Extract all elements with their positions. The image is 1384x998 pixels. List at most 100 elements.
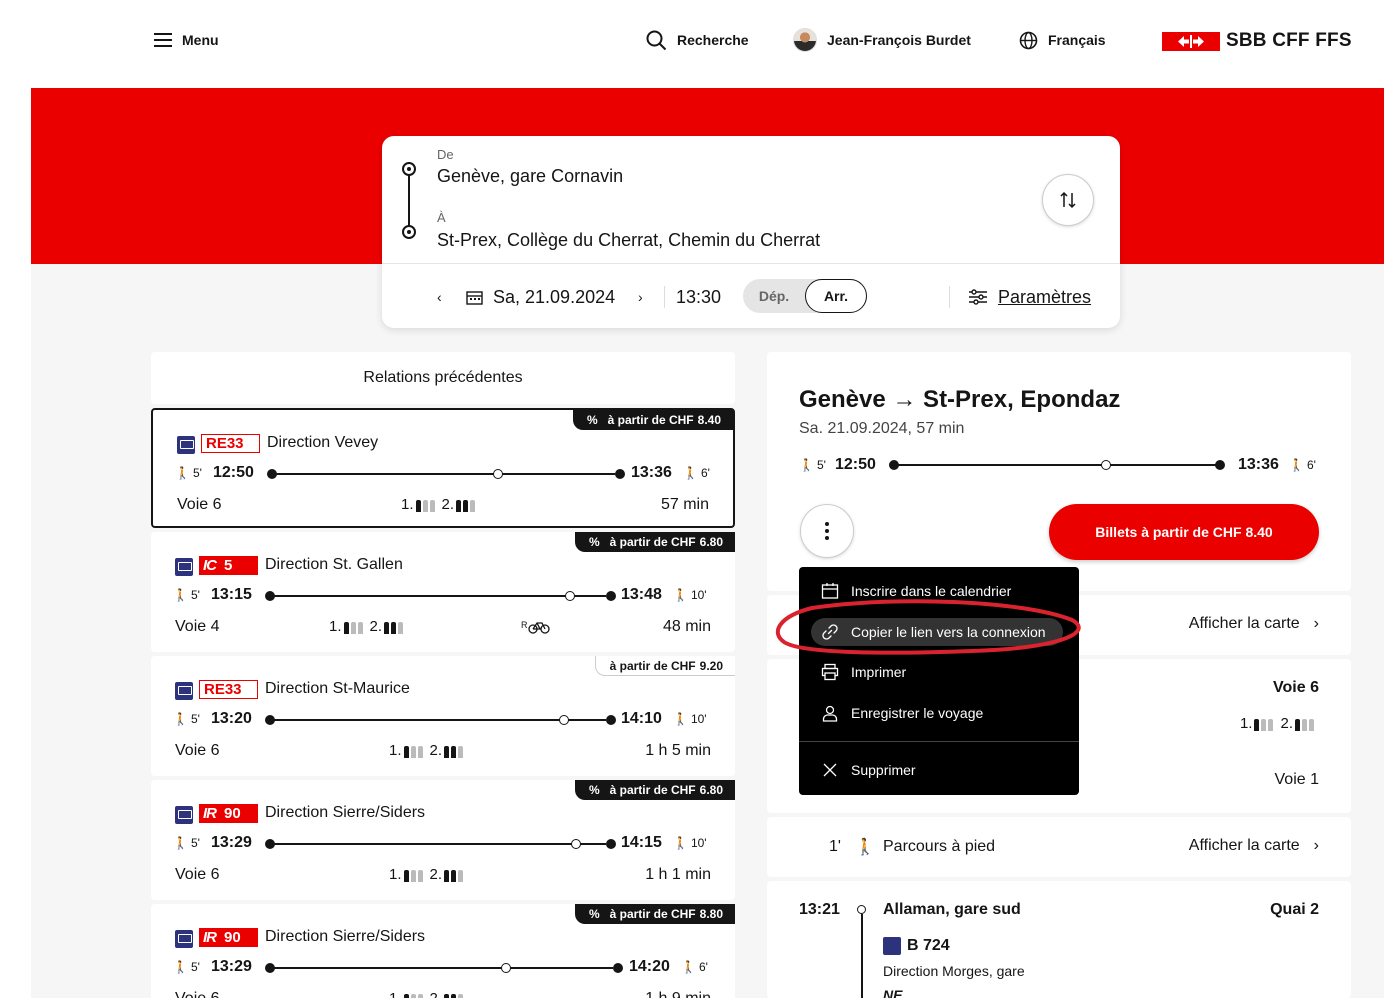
copy-link-item[interactable]: Copier le lien vers la connexion [821,620,1046,644]
walk-after: 🚶 10' [673,836,707,850]
language-label: Français [1048,32,1106,48]
connection-card[interactable]: % à partir de CHF 6.80 IR 90 Direction Si… [151,780,735,900]
menu-button[interactable]: Menu [154,28,219,52]
price-badge: % à partir de CHF 6.80 [574,780,735,800]
price-badge: % à partir de CHF 8.40 [572,410,733,430]
walk-before: 🚶 5' [175,466,202,480]
price-prefix: à partir de CHF [609,535,696,549]
parameters-label: Paramètres [998,286,1092,307]
search-button[interactable]: Recherche [646,28,749,52]
departure-time: 13:29 [211,958,252,975]
user-account-button[interactable]: Jean-François Burdet [793,28,971,52]
leg-line [861,914,863,998]
add-to-calendar-label: Inscrire dans le calendrier [851,583,1012,599]
train-icon [175,806,193,824]
platform: Voie 4 [175,618,220,635]
add-to-calendar-item[interactable]: Inscrire dans le calendrier [821,579,1011,603]
show-map-label: Afficher la carte [1188,837,1300,854]
time-input[interactable]: 13:30 [676,279,721,315]
show-map-label: Afficher la carte [1188,615,1300,632]
destination-dot-icon [402,225,416,239]
duration: 48 min [662,618,711,635]
swap-button[interactable] [1042,174,1094,226]
timeline-end-dot [606,591,616,601]
price-badge: % à partir de CHF 8.80 [574,904,735,924]
timeline-end-dot [606,839,616,849]
bus-direction: Direction Morges, gare [883,963,1025,979]
timeline-change-dot [501,963,511,973]
show-map-link[interactable]: Afficher la carte › [1189,615,1319,633]
save-trip-label: Enregistrer le voyage [851,705,984,721]
dep-arr-toggle[interactable]: Dép. Arr. [743,279,867,313]
timeline-end-dot [1215,460,1225,470]
to-label: À [437,210,446,225]
second-class-label: 2. [369,618,383,635]
arrival-option[interactable]: Arr. [805,279,867,313]
vertical-dots-icon [825,522,829,540]
walk-after-minutes: 6' [700,466,710,480]
line-badge: IR 90 [199,928,258,947]
walk-after: 🚶 10' [673,712,707,726]
menu-label: Menu [182,32,219,48]
departure-option[interactable]: Dép. [743,279,805,313]
walk-label: Parcours à pied [883,838,996,855]
walk-after-minutes: 6' [698,960,708,974]
printer-icon [821,663,839,681]
chevron-right-icon: › [638,289,643,305]
connection-card[interactable]: à partir de CHF 9.20 RE33 Direction St-M… [151,656,735,776]
connection-card[interactable]: % à partir de CHF 8.80 IR 90 Direction Si… [151,904,735,998]
second-class-label: 2. [441,496,455,513]
date-prev-button[interactable]: ‹ [437,279,442,315]
walk-before-minutes: 5' [190,960,200,974]
date-picker[interactable]: Sa, 21.09.2024 [466,279,615,315]
price-prefix: à partir de CHF [609,658,696,673]
buy-tickets-button[interactable]: Billets à partir de CHF 8.40 [1049,504,1319,560]
arrival-time: 13:36 [631,464,672,481]
departure-time: 12:50 [213,464,254,481]
logo-text: SBB CFF FFS [1226,30,1352,51]
save-trip-item[interactable]: Enregistrer le voyage [821,701,983,725]
bus-icon [883,937,901,955]
connection-card[interactable]: % à partir de CHF 6.80 IC 5 Direction St.… [151,532,735,652]
timeline-change-dot [1101,460,1111,470]
to-input[interactable]: St-Prex, Collège du Cherrat, Chemin du C… [437,230,820,251]
walk-before-minutes: 5' [190,836,200,850]
stop-dot-icon [857,905,866,914]
stop-time: 13:21 [799,901,840,918]
context-menu: Inscrire dans le calendrier Copier le li… [799,567,1079,795]
detail-departure-time: 12:50 [835,456,876,473]
search-label: Recherche [677,32,749,48]
more-options-button[interactable] [800,504,854,558]
language-button[interactable]: Français [1019,28,1106,52]
delete-item[interactable]: Supprimer [821,758,916,782]
first-class-label: 1. [401,496,414,513]
separator [949,286,950,308]
sbb-arrows-icon [1162,31,1220,51]
previous-connections-button[interactable]: Relations précédentes [151,352,735,404]
hamburger-icon [154,32,172,48]
timeline-end-dot [615,469,625,479]
occupancy-icon [1295,717,1315,731]
timeline-track [895,464,1219,466]
departure-platform: Voie 6 [1273,679,1319,696]
connection-card[interactable]: % à partir de CHF 8.40 RE33 Direction Ve… [151,408,735,528]
show-map-link[interactable]: Afficher la carte › [1189,837,1319,855]
arrival-time: 13:48 [621,586,662,603]
line-prefix: IC [203,557,217,574]
first-class-label: 1. [389,866,402,883]
from-input[interactable]: Genève, gare Cornavin [437,166,623,187]
user-icon [822,705,838,722]
walk-icon: 🚶 [1289,458,1304,472]
arrival-platform: Voie 1 [1274,771,1319,788]
occupancy-icon [444,744,464,758]
bus-code: NE [883,987,903,998]
occupancy-icon [444,868,464,882]
price-value: 8.40 [697,413,721,427]
sbb-logo[interactable]: SBB CFF FFS [1162,30,1352,52]
parameters-button[interactable]: Paramètres [968,279,1091,315]
detail-subtitle: Sa. 21.09.2024, 57 min [799,420,965,437]
print-item[interactable]: Imprimer [821,660,906,684]
date-next-button[interactable]: › [638,279,643,315]
previous-connections-label: Relations précédentes [363,369,523,386]
line-prefix: IR [203,805,217,822]
